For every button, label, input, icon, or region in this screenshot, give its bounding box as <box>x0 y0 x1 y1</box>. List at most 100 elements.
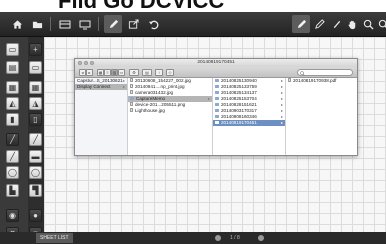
item-label: 20130608_154227_002.jpg <box>135 78 191 83</box>
present-icon[interactable] <box>76 15 94 33</box>
zoom-icon[interactable] <box>90 61 94 65</box>
item-label: camera031432.jpg <box>135 90 174 95</box>
folder-icon <box>215 97 219 100</box>
file-icon <box>130 90 133 94</box>
item-label: 20140825134137 <box>221 90 257 95</box>
minimize-icon[interactable] <box>84 61 88 65</box>
secondary-tool-panel: + ▭ ▦ ◮ ▯ ╱ ▬ ◯ ▜ ● ≡ <box>28 37 44 244</box>
folder-icon <box>215 91 219 94</box>
item-label: Capstur...S_20130621 <box>77 78 123 83</box>
chevron-right-icon: ▸ <box>122 84 125 89</box>
folder-icon <box>215 79 219 82</box>
finder-title-bar: 20140819170451 <box>75 59 357 67</box>
coverflow-icon[interactable]: ▭ <box>118 68 125 76</box>
pen-icon[interactable] <box>104 15 122 33</box>
line-weight-icon[interactable]: ╱ <box>6 150 19 163</box>
folder-icon <box>215 121 219 124</box>
folder-icon <box>215 103 219 106</box>
column-view-icon[interactable]: ▥ <box>111 68 118 76</box>
line-icon[interactable]: ╱ <box>6 133 19 146</box>
graph-icon[interactable]: ▜ <box>29 184 42 197</box>
item-label: 20140941....np_print.jpg <box>135 84 185 89</box>
heading: Fild Go DCVICC <box>0 0 386 12</box>
back-icon[interactable]: ◂ <box>79 68 86 76</box>
finder-column-sidebar: Capstur...S_20130621 ▸ Display Connect ▸ <box>75 78 128 155</box>
marker-icon[interactable]: ▮ <box>6 113 19 126</box>
share-icon[interactable]: ↑ <box>155 68 163 76</box>
grid-icon[interactable]: ▦ <box>29 81 42 94</box>
home-icon[interactable] <box>8 15 26 33</box>
pencil-icon[interactable] <box>310 15 328 33</box>
item-label: 20140819170938.pdf <box>293 78 337 83</box>
folder-icon <box>215 85 219 88</box>
chart-icon[interactable]: ▙ <box>6 184 19 197</box>
zoom-out-icon[interactable] <box>374 15 386 33</box>
file-icon <box>130 84 133 88</box>
list-item[interactable]: Display Connect ▸ <box>75 84 127 90</box>
item-label: 20140903170317 <box>221 108 257 113</box>
page-icon[interactable]: ▭ <box>6 43 19 56</box>
next-page-icon[interactable] <box>258 235 264 241</box>
search-input[interactable] <box>297 68 353 76</box>
search-icon <box>300 70 305 76</box>
pen-icon[interactable] <box>292 15 310 33</box>
list-item[interactable]: 20140819170938.pdf <box>286 78 357 84</box>
item-label: 20140908160346 <box>221 114 257 119</box>
page-indicator: 1 / 8 <box>230 235 240 241</box>
item-label: 20140825130940 <box>221 78 257 83</box>
item-label: CaptureMemo <box>136 96 166 101</box>
layout-icon[interactable] <box>56 15 74 33</box>
sheet-list-tab[interactable]: SHEET LIST <box>36 233 73 243</box>
finder-toolbar: ◂ ▸ ▦ ≡ ▥ ▭ ⚙ ▤ ↑ ◇ <box>75 67 357 78</box>
folder-icon <box>215 109 219 112</box>
pen-icon[interactable]: ╱ <box>29 133 42 146</box>
toolbar-divider <box>50 17 51 31</box>
file-icon <box>130 78 133 82</box>
item-label: device-201...205511.png <box>135 102 186 107</box>
layout-icon[interactable]: ▤ <box>6 61 19 74</box>
export-icon[interactable] <box>124 15 142 33</box>
grid-icon[interactable]: ▦ <box>6 81 19 94</box>
folder-icon <box>130 97 134 100</box>
finder-column-files: 20130608_154227_002.jpg 20140941....np_p… <box>128 78 213 155</box>
toolbar-divider <box>98 17 99 31</box>
bottom-bar: SHEET LIST 1 / 8 <box>0 232 386 244</box>
list-item[interactable]: Lighthouse.jpg <box>128 108 212 114</box>
page-icon[interactable]: ▭ <box>29 61 42 74</box>
tag-icon[interactable]: ◇ <box>166 68 174 76</box>
arrange-icon[interactable]: ▤ <box>142 68 152 76</box>
color-icon[interactable]: ● <box>29 209 42 222</box>
undo-icon[interactable] <box>144 15 162 33</box>
shape-icon[interactable]: ◮ <box>29 97 42 110</box>
action-icon[interactable]: ⚙ <box>129 68 139 76</box>
chevron-right-icon: ▸ <box>280 120 283 125</box>
file-icon <box>130 102 133 106</box>
item-label: 20140828151621 <box>221 102 257 107</box>
close-icon[interactable] <box>78 61 82 65</box>
finder-title: 20140819170451 <box>197 60 235 65</box>
shape-icon[interactable]: ◭ <box>6 97 19 110</box>
fill-icon[interactable]: ▯ <box>29 113 42 126</box>
forward-icon[interactable]: ▸ <box>86 68 93 76</box>
file-icon <box>130 108 133 112</box>
eraser-icon[interactable]: ▬ <box>29 150 42 163</box>
record-icon[interactable]: ◉ <box>6 209 19 222</box>
pdf-file-icon <box>288 78 291 82</box>
folder-icon[interactable] <box>28 15 46 33</box>
prev-page-icon[interactable] <box>215 235 221 241</box>
folder-icon <box>215 115 219 118</box>
top-toolbar <box>0 12 386 37</box>
finder-column-contents: 20140819170938.pdf <box>286 78 357 155</box>
item-label: 20140825153704 <box>221 96 257 101</box>
circle-icon[interactable]: ◯ <box>29 166 42 179</box>
icon-view-icon[interactable]: ▦ <box>97 68 104 76</box>
item-label: Lighthouse.jpg <box>135 108 165 113</box>
list-item[interactable]: 20140819170451 ▸ <box>213 120 285 126</box>
add-page-icon[interactable]: + <box>29 43 42 56</box>
finder-column-folders: 20140825130940 ▸ 20140825133759 ▸ 20140825… <box>213 78 286 155</box>
item-label: 20140825133759 <box>221 84 257 89</box>
left-tool-panel: ▭ ▤ ▦ ◭ ▮ ╱ ╱ ◯ ▙ ◉ ⊙ <box>0 37 28 244</box>
list-view-icon[interactable]: ≡ <box>104 68 111 76</box>
circle-icon[interactable]: ◯ <box>6 166 19 179</box>
item-label: Display Connect <box>77 84 111 89</box>
